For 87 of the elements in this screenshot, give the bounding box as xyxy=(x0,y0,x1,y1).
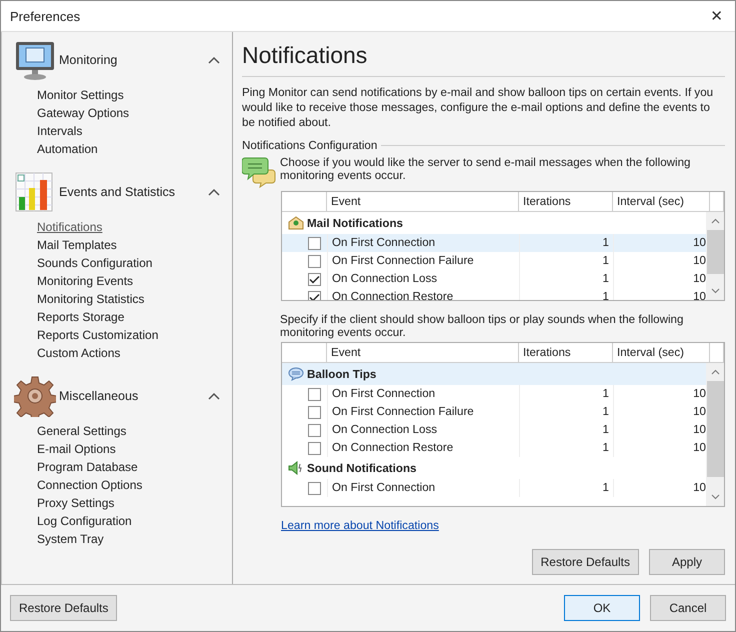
sidebar-item[interactable]: Connection Options xyxy=(37,476,142,494)
checkbox[interactable] xyxy=(308,442,321,454)
help-link[interactable]: Learn more about Notifications xyxy=(281,519,439,532)
close-button[interactable]: ✕ xyxy=(706,7,727,25)
group-row[interactable]: Sound Notifications xyxy=(282,457,706,479)
section-title: Monitoring xyxy=(59,53,118,67)
intro-text: Ping Monitor can send notifications by e-mail and show balloon tips on certain events. If you would like to receive those messages, configure the e-mail options and define the events to be notified about. xyxy=(242,85,714,130)
scrollbar-thumb[interactable] xyxy=(706,381,724,477)
event-cell: On First Connection Failure xyxy=(327,252,519,270)
checked-checkbox[interactable] xyxy=(308,272,321,286)
iterations-cell: 1 xyxy=(519,421,613,439)
group-label: Balloon Tips xyxy=(307,368,376,380)
sidebar-item[interactable]: Log Configuration xyxy=(37,512,132,530)
scrollbar[interactable] xyxy=(706,212,724,300)
group-row[interactable]: Balloon Tips xyxy=(282,363,706,385)
column-header[interactable]: Iterations xyxy=(519,192,613,211)
iterations-cell: 1 xyxy=(519,288,613,300)
event-cell: On First Connection Failure xyxy=(327,403,519,421)
monitor-icon xyxy=(14,39,56,81)
iterations-cell: 1 xyxy=(519,439,613,457)
column-header[interactable]: Iterations xyxy=(519,343,613,362)
column-header[interactable]: Interval (sec) xyxy=(613,192,710,211)
event-cell: On First Connection xyxy=(327,479,519,497)
event-cell: On Connection Restore xyxy=(327,439,519,457)
section-title: Miscellaneous xyxy=(59,389,140,403)
iterations-cell: 1 xyxy=(519,252,613,270)
column-header[interactable]: Interval (sec) xyxy=(613,343,710,362)
column-header[interactable]: Event xyxy=(327,192,519,211)
collapse-caret-icon[interactable] xyxy=(208,392,220,400)
interval-cell: 10 xyxy=(613,234,706,252)
restore-defaults-button[interactable]: Restore Defaults xyxy=(532,549,639,575)
description-text: Choose if you would like the server to send e-mail messages when the following monitoring events occur. xyxy=(280,156,692,182)
event-cell: On First Connection xyxy=(327,234,519,252)
sidebar-item[interactable]: Automation xyxy=(37,140,98,158)
ok-button[interactable]: OK xyxy=(564,595,640,621)
sidebar-item[interactable]: Monitoring Statistics xyxy=(37,290,144,308)
group-label: Sound Notifications xyxy=(307,462,416,474)
chat-bubbles-icon xyxy=(242,156,276,188)
checkbox[interactable] xyxy=(308,406,321,418)
sidebar-item[interactable]: Reports Storage xyxy=(37,308,124,326)
window-title: Preferences xyxy=(10,8,80,24)
sidebar-item[interactable]: Reports Customization xyxy=(37,326,158,344)
sidebar-item[interactable]: General Settings xyxy=(37,422,126,440)
sidebar-item[interactable]: Gateway Options xyxy=(37,104,130,122)
column-header[interactable]: Event xyxy=(327,343,519,362)
sidebar-item[interactable]: Mail Templates xyxy=(37,236,117,254)
scrollbar[interactable] xyxy=(706,363,724,506)
iterations-cell: 1 xyxy=(519,234,613,252)
collapse-caret-icon[interactable] xyxy=(208,56,220,64)
sidebar-item[interactable]: E-mail Options xyxy=(37,440,116,458)
iterations-cell: 1 xyxy=(519,385,613,403)
cancel-button[interactable]: Cancel xyxy=(650,595,726,621)
restore-defaults-button[interactable]: Restore Defaults xyxy=(10,595,118,621)
sidebar-item[interactable]: Custom Actions xyxy=(37,344,120,362)
sidebar-item[interactable]: Monitoring Events xyxy=(37,272,134,290)
sidebar-item[interactable]: Proxy Settings xyxy=(37,494,114,512)
checkbox[interactable] xyxy=(308,482,321,494)
sidebar-item[interactable]: System Tray xyxy=(37,530,104,548)
iterations-cell: 1 xyxy=(519,270,613,288)
description-text: Specify if the client should show balloon tips or play sounds when the following monitoring events occur. xyxy=(280,313,684,339)
group-label: Mail Notifications xyxy=(307,216,403,230)
checked-checkbox[interactable] xyxy=(308,290,321,300)
page-heading: Notifications xyxy=(242,40,725,77)
event-cell: On Connection Loss xyxy=(327,421,519,439)
checkbox[interactable] xyxy=(308,236,321,250)
sidebar-item[interactable]: Intervals xyxy=(37,122,82,140)
group-row[interactable]: Mail Notifications xyxy=(282,212,706,234)
sidebar-item[interactable]: Program Database xyxy=(37,458,138,476)
sidebar-item[interactable]: Sounds Configuration xyxy=(37,254,152,272)
iterations-cell: 1 xyxy=(519,403,613,421)
gear-icon xyxy=(14,375,56,417)
event-cell: On First Connection xyxy=(327,385,519,403)
event-cell: On Connection Loss xyxy=(327,270,519,288)
speech-bubble-icon xyxy=(288,367,304,381)
sidebar-item[interactable]: Notifications xyxy=(37,218,102,236)
scrollbar-thumb[interactable] xyxy=(706,230,724,274)
checkbox[interactable] xyxy=(308,424,321,436)
checkbox[interactable] xyxy=(308,254,321,268)
sidebar-item[interactable]: Monitor Settings xyxy=(37,86,124,104)
checkbox[interactable] xyxy=(308,388,321,400)
event-cell: On Connection Restore xyxy=(327,288,519,300)
collapse-caret-icon[interactable] xyxy=(208,188,220,196)
group-title: Notifications Configuration xyxy=(242,138,378,152)
iterations-cell: 1 xyxy=(519,479,613,497)
section-title: Events and Statistics xyxy=(59,185,176,199)
speaker-icon xyxy=(288,461,304,475)
apply-button[interactable]: Apply xyxy=(649,549,725,575)
